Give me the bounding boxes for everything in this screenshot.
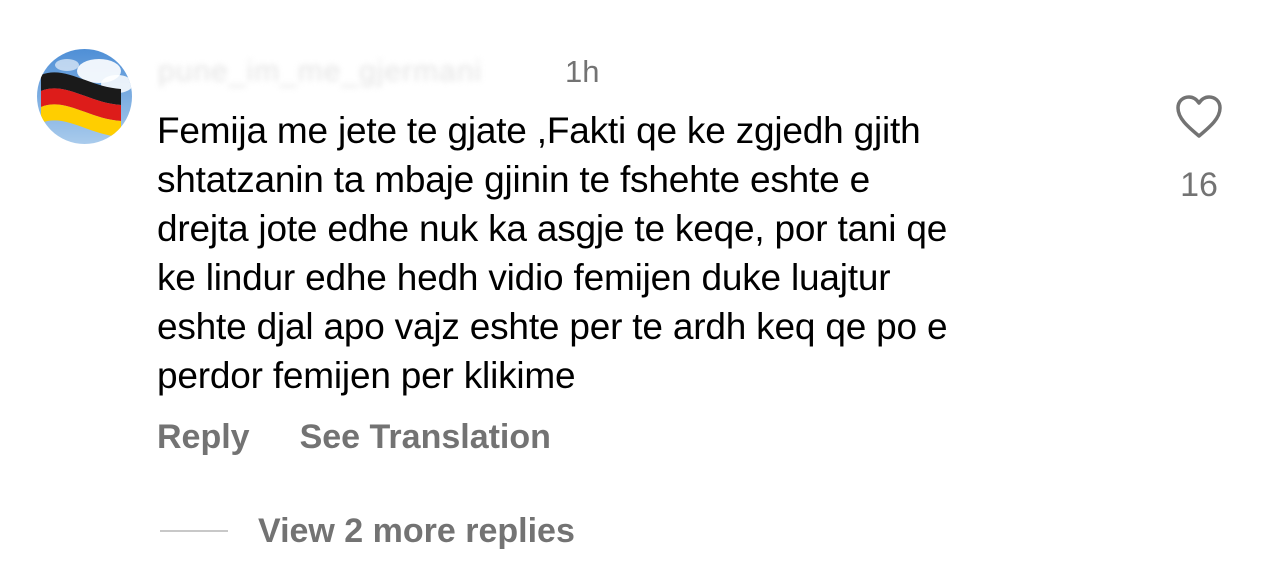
like-control: 16 [1166, 94, 1232, 205]
avatar[interactable] [37, 49, 132, 144]
replies-divider-line [160, 530, 228, 532]
comment-actions: Reply See Translation [157, 414, 551, 460]
comment-text: Femija me jete te gjate ,Fakti qe ke zgj… [157, 110, 948, 396]
username[interactable]: pune_im_me_gjermani [158, 52, 482, 92]
view-more-replies-button[interactable]: View 2 more replies [160, 508, 575, 554]
comment-timestamp: 1h [565, 54, 600, 89]
comment-item: pune_im_me_gjermani 1h Femija me jete te… [0, 0, 1284, 567]
reply-button[interactable]: Reply [157, 418, 250, 457]
see-translation-button[interactable]: See Translation [300, 418, 551, 457]
germany-flag-icon [37, 49, 132, 144]
like-count: 16 [1180, 166, 1218, 204]
heart-outline-icon[interactable] [1175, 94, 1223, 140]
view-more-replies-label: View 2 more replies [258, 511, 575, 550]
